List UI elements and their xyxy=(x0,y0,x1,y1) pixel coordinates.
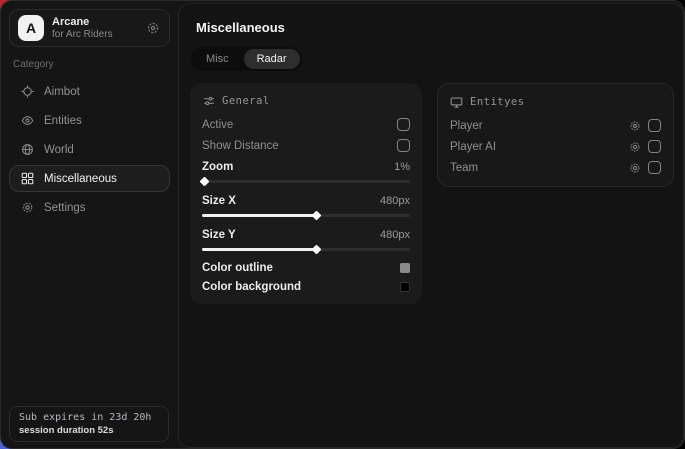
cards-row: General Active Show Distance Zoom 1% xyxy=(190,83,683,304)
zoom-slider[interactable] xyxy=(202,177,410,186)
sidebar: A Arcane for Arc Riders Category xyxy=(1,1,178,448)
color-outline-row: Color outline xyxy=(202,258,410,277)
sidebar-item-label: World xyxy=(44,144,74,156)
slider-thumb[interactable] xyxy=(312,245,322,255)
color-label: Color outline xyxy=(202,262,273,274)
sidebar-item-entities[interactable]: Entities xyxy=(9,107,170,134)
sidebar-item-label: Settings xyxy=(44,202,86,214)
crosshair-icon xyxy=(20,85,34,99)
entity-row-player-ai: Player AI xyxy=(450,136,661,157)
general-card: General Active Show Distance Zoom 1% xyxy=(190,83,422,304)
slider-label: Zoom xyxy=(202,161,233,173)
size-x-slider[interactable] xyxy=(202,211,410,220)
sub-expires-text: Sub expires in 23d 20h xyxy=(19,412,159,423)
tab-radar[interactable]: Radar xyxy=(244,49,300,69)
zoom-slider-group: Zoom 1% xyxy=(202,156,410,186)
player-checkbox[interactable] xyxy=(648,119,661,132)
player-ai-checkbox[interactable] xyxy=(648,140,661,153)
entities-card-title: Entityes xyxy=(470,96,525,108)
monitor-icon xyxy=(450,96,463,109)
slider-thumb[interactable] xyxy=(312,211,322,221)
entity-controls xyxy=(629,140,661,153)
slider-fill xyxy=(202,214,316,217)
toggle-label: Show Distance xyxy=(202,140,279,152)
sidebar-item-aimbot[interactable]: Aimbot xyxy=(9,78,170,105)
eye-icon xyxy=(20,114,34,128)
entity-controls xyxy=(629,119,661,132)
entity-row-team: Team xyxy=(450,157,661,178)
subscription-card: Sub expires in 23d 20h session duration … xyxy=(9,406,169,442)
gear-icon[interactable] xyxy=(629,141,641,153)
color-background-row: Color background xyxy=(202,277,410,296)
main-panel: Miscellaneous Misc Radar Gene xyxy=(178,3,684,448)
app-name: Arcane xyxy=(52,16,137,29)
session-duration-text: session duration 52s xyxy=(19,425,159,436)
slider-label-row: Size X 480px xyxy=(202,190,410,211)
size-y-slider-group: Size Y 480px xyxy=(202,224,410,254)
color-label: Color background xyxy=(202,281,301,293)
slider-value: 480px xyxy=(380,195,410,207)
gear-icon[interactable] xyxy=(629,120,641,132)
sync-icon[interactable] xyxy=(145,20,161,36)
entity-controls xyxy=(629,161,661,174)
active-checkbox[interactable] xyxy=(397,118,410,131)
slider-value: 480px xyxy=(380,229,410,241)
sidebar-item-settings[interactable]: Settings xyxy=(9,194,170,221)
entity-label: Player AI xyxy=(450,141,496,153)
toggle-row-show-distance: Show Distance xyxy=(202,135,410,156)
account-card: A Arcane for Arc Riders xyxy=(9,9,170,47)
slider-thumb[interactable] xyxy=(200,177,210,187)
slider-label-row: Size Y 480px xyxy=(202,224,410,245)
slider-label: Size Y xyxy=(202,229,236,241)
globe-icon xyxy=(20,143,34,157)
slider-fill xyxy=(202,248,316,251)
toggle-label: Active xyxy=(202,119,233,131)
slider-value: 1% xyxy=(394,161,410,173)
category-label: Category xyxy=(13,59,170,70)
sidebar-item-label: Miscellaneous xyxy=(44,173,117,185)
app-subtitle: for Arc Riders xyxy=(52,29,137,41)
screen: A Arcane for Arc Riders Category xyxy=(0,0,685,449)
sidebar-item-label: Aimbot xyxy=(44,86,80,98)
color-background-swatch[interactable] xyxy=(400,282,410,292)
general-card-header: General xyxy=(202,92,410,110)
tab-group: Misc Radar xyxy=(191,47,302,71)
size-x-slider-group: Size X 480px xyxy=(202,190,410,220)
general-card-title: General xyxy=(222,95,270,107)
entity-label: Player xyxy=(450,120,483,132)
sidebar-item-label: Entities xyxy=(44,115,82,127)
sidebar-item-world[interactable]: World xyxy=(9,136,170,163)
sliders-icon xyxy=(202,95,215,108)
sidebar-nav: Aimbot Entities xyxy=(9,78,170,221)
slider-label: Size X xyxy=(202,195,236,207)
account-text: Arcane for Arc Riders xyxy=(52,16,137,40)
page-title: Miscellaneous xyxy=(196,20,683,35)
toggle-row-active: Active xyxy=(202,114,410,135)
slider-label-row: Zoom 1% xyxy=(202,156,410,177)
size-y-slider[interactable] xyxy=(202,245,410,254)
app-logo: A xyxy=(18,15,44,41)
gear-icon xyxy=(20,201,34,215)
entity-label: Team xyxy=(450,162,478,174)
entity-row-player: Player xyxy=(450,115,661,136)
tab-misc[interactable]: Misc xyxy=(193,49,242,69)
show-distance-checkbox[interactable] xyxy=(397,139,410,152)
entities-card-header: Entityes xyxy=(450,93,661,111)
entities-card: Entityes Player xyxy=(437,83,674,187)
slider-track xyxy=(202,180,410,183)
sidebar-item-miscellaneous[interactable]: Miscellaneous xyxy=(9,165,170,192)
team-checkbox[interactable] xyxy=(648,161,661,174)
app-window: A Arcane for Arc Riders Category xyxy=(0,0,685,449)
grid-icon xyxy=(20,172,34,186)
color-outline-swatch[interactable] xyxy=(400,263,410,273)
gear-icon[interactable] xyxy=(629,162,641,174)
